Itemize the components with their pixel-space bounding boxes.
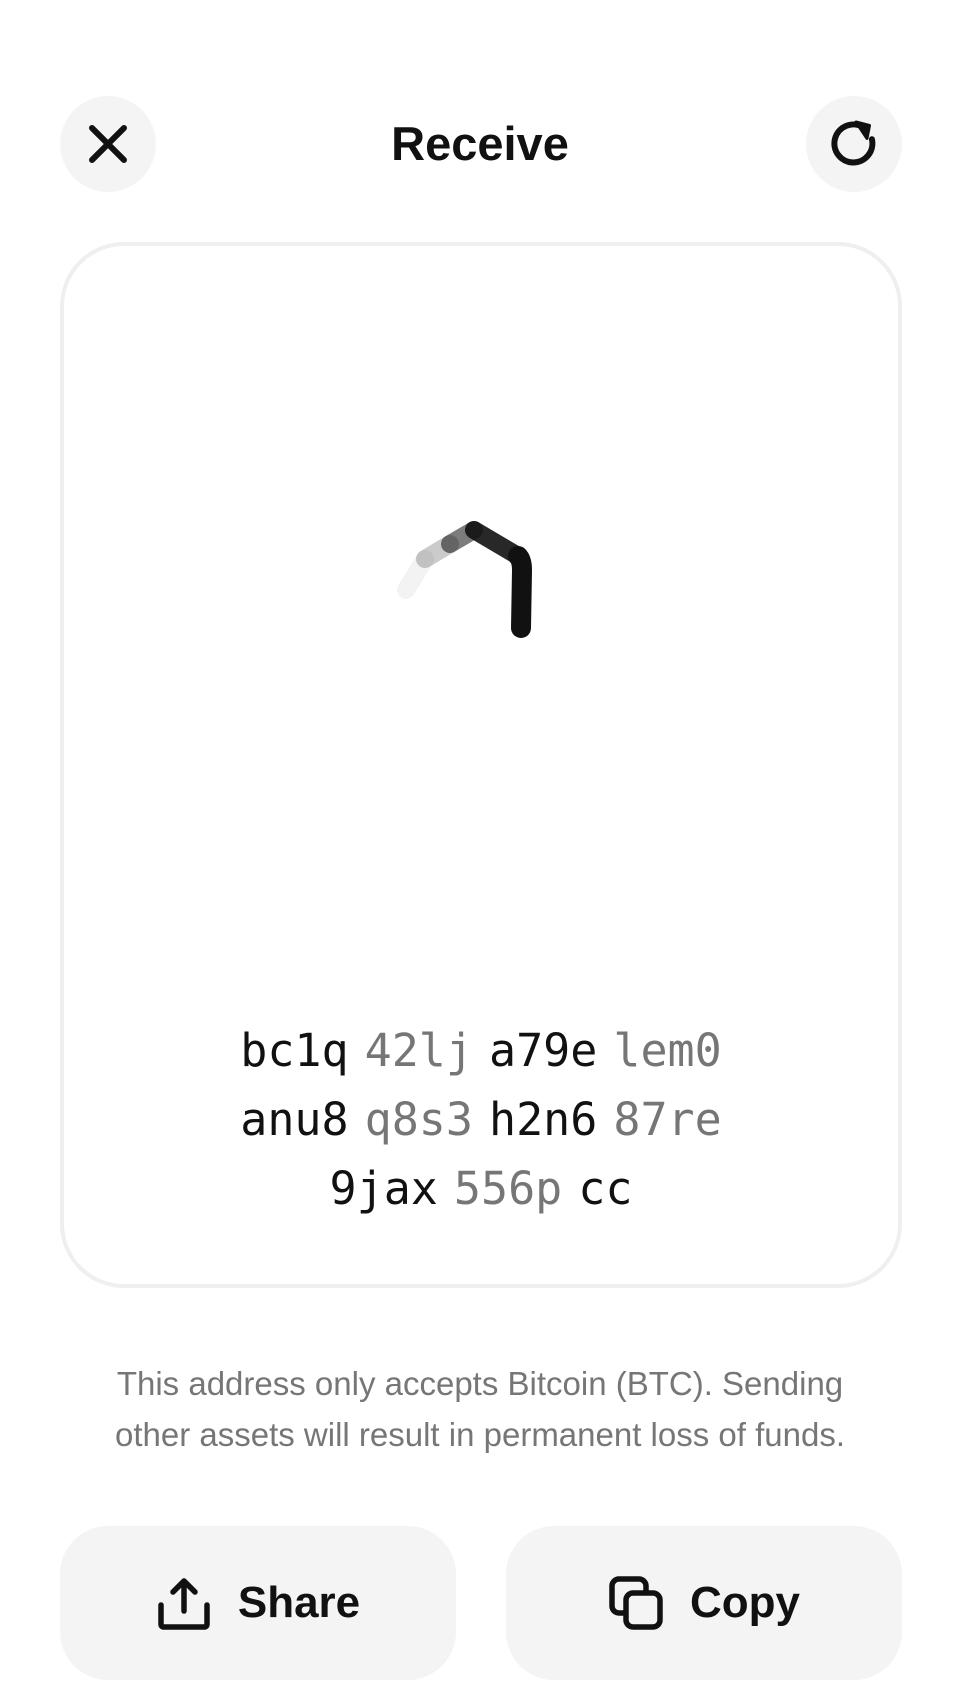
address-chunk: q8s3	[364, 1093, 473, 1146]
address-chunk: h2n6	[489, 1093, 598, 1146]
address-line: 9jax 556p cc	[64, 1154, 898, 1223]
address-chunk: 9jax	[329, 1162, 438, 1215]
address-card: bc1q 42lj a79e lem0 anu8 q8s3 h2n6 87re 9jax 55…	[60, 242, 902, 1288]
address-line: bc1q 42lj a79e lem0	[64, 1016, 898, 1085]
address-chunk: cc	[578, 1162, 633, 1215]
bitcoin-only-notice: This address only accepts Bitcoin (BTC).…	[40, 1358, 920, 1460]
address-chunk: bc1q	[240, 1024, 349, 1077]
copy-icon	[609, 1576, 663, 1630]
address-chunk: 42lj	[364, 1024, 473, 1077]
share-icon	[158, 1578, 210, 1630]
share-button[interactable]: Share	[60, 1526, 456, 1680]
address-chunk: 87re	[613, 1093, 722, 1146]
address-chunk: anu8	[240, 1093, 349, 1146]
address-chunk: lem0	[613, 1024, 722, 1077]
bitcoin-address[interactable]: bc1q 42lj a79e lem0 anu8 q8s3 h2n6 87re 9jax 55…	[64, 1016, 898, 1223]
notice-line: This address only accepts Bitcoin (BTC).…	[116, 1365, 844, 1402]
refresh-icon	[831, 120, 876, 166]
notice-line: other assets will result in permanent lo…	[114, 1416, 845, 1453]
address-line: anu8 q8s3 h2n6 87re	[64, 1085, 898, 1154]
refresh-button[interactable]	[806, 96, 902, 192]
address-chunk: a79e	[489, 1024, 598, 1077]
address-chunk: 556p	[453, 1162, 563, 1215]
share-button-label: Share	[237, 1578, 361, 1627]
copy-button[interactable]: Copy	[506, 1526, 902, 1680]
copy-button-label: Copy	[690, 1578, 800, 1627]
loading-spinner	[397, 521, 533, 638]
